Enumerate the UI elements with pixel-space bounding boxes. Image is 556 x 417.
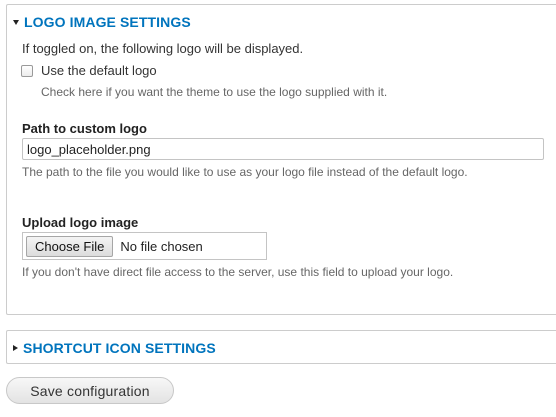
default-logo-label[interactable]: Use the default logo — [41, 63, 157, 78]
default-logo-option[interactable]: Use the default logo — [21, 63, 157, 78]
default-logo-checkbox[interactable] — [21, 64, 33, 77]
upload-logo-help: If you don't have direct file access to … — [22, 265, 454, 279]
upload-logo-label: Upload logo image — [22, 215, 139, 230]
caret-down-icon — [13, 19, 19, 25]
logo-settings-legend[interactable]: LOGO IMAGE SETTINGS — [24, 14, 191, 30]
logo-image-settings-fieldset: LOGO IMAGE SETTINGS If toggled on, the f… — [6, 4, 556, 315]
upload-logo-field[interactable]: Choose File No file chosen — [22, 232, 267, 260]
choose-file-button[interactable]: Choose File — [26, 235, 114, 257]
shortcut-icon-settings-fieldset: SHORTCUT ICON SETTINGS — [6, 330, 556, 364]
logo-settings-description: If toggled on, the following logo will b… — [22, 41, 304, 56]
custom-logo-path-input[interactable] — [22, 138, 544, 160]
custom-logo-path-help: The path to the file you would like to u… — [22, 165, 468, 179]
save-configuration-button[interactable]: Save configuration — [6, 377, 174, 404]
file-status-text: No file chosen — [120, 238, 203, 254]
caret-right-icon — [13, 345, 18, 351]
shortcut-settings-toggle[interactable]: SHORTCUT ICON SETTINGS — [13, 340, 216, 356]
custom-logo-path-label: Path to custom logo — [22, 121, 147, 136]
shortcut-settings-legend[interactable]: SHORTCUT ICON SETTINGS — [23, 340, 216, 356]
logo-settings-toggle[interactable]: LOGO IMAGE SETTINGS — [13, 14, 191, 30]
default-logo-help: Check here if you want the theme to use … — [41, 85, 388, 99]
